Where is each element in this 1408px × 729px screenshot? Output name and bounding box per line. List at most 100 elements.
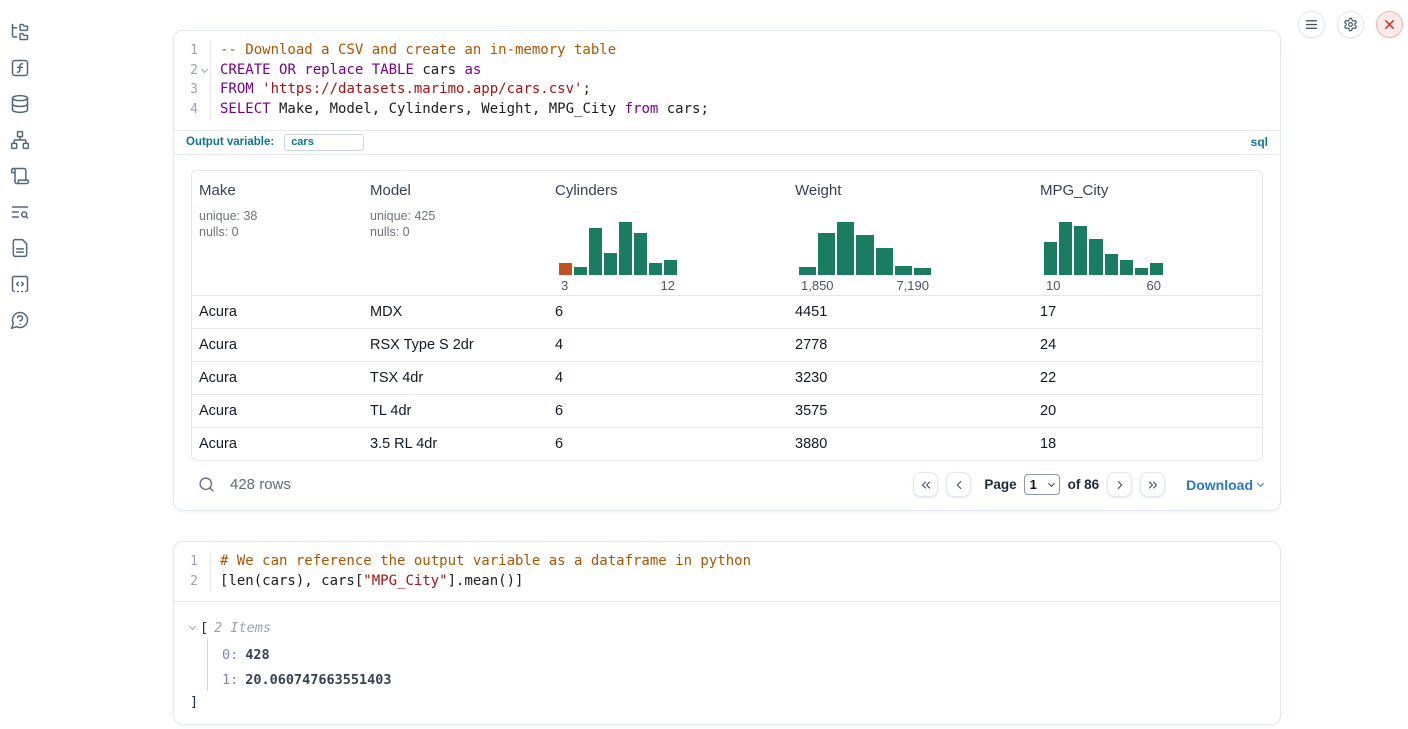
histogram-bar [895,266,912,275]
column-header-cylinders[interactable]: Cylinders 312 [548,171,788,295]
table-row[interactable]: AcuraTL 4dr6357520 [192,394,1262,427]
histogram-bar [914,268,931,275]
menu-button[interactable] [1298,11,1325,38]
histogram-bar [619,222,632,275]
mpg-city-histogram[interactable]: 1060 [1044,222,1163,293]
table-cell: 6 [548,403,788,419]
output-variable-input[interactable] [284,134,364,151]
items-count-label: 2 Items [214,620,271,636]
code-line[interactable]: 2[len(cars), cars["MPG_City"].mean()] [174,572,1280,592]
help-bubble-icon [10,310,30,330]
code-line[interactable]: 2CREATE OR replace TABLE cars as [174,61,1280,81]
table-body: AcuraMDX6445117AcuraRSX Type S 2dr427782… [192,295,1262,460]
sidebar-item-snippets[interactable] [9,273,31,295]
table-cell: TL 4dr [363,403,548,419]
table-row[interactable]: AcuraRSX Type S 2dr4277824 [192,328,1262,361]
line-number: 2 [174,61,198,81]
sidebar-item-file-tree[interactable] [9,21,31,43]
histogram-bar [1059,222,1072,275]
table-cell: Acura [192,403,363,419]
table-cell: 18 [1033,436,1262,452]
weight-histogram[interactable]: 1,8507,190 [799,222,931,293]
table-header: Make unique: 38 nulls: 0 Model unique: 4… [192,171,1262,295]
sidebar-item-datasources[interactable] [9,93,31,115]
sidebar-item-logs[interactable] [9,201,31,223]
open-bracket: [ [200,620,208,636]
table-row[interactable]: Acura3.5 RL 4dr6388018 [192,427,1262,460]
python-cell: 1# We can reference the output variable … [173,541,1281,725]
column-stats: unique: 425 nulls: 0 [370,208,542,241]
python-cell-output: [ 2 Items 0:428 1:20.060747663551403 ] [174,601,1280,724]
column-header-make[interactable]: Make unique: 38 nulls: 0 [192,171,363,295]
histogram-bar [634,233,647,275]
output-list-header: [ 2 Items [190,620,1264,636]
page-select[interactable]: 1 [1024,474,1060,495]
histogram-bar [1074,226,1087,275]
collapse-icon[interactable] [189,623,196,630]
code-line[interactable]: 1# We can reference the output variable … [174,552,1280,572]
table-row[interactable]: AcuraTSX 4dr4323022 [192,361,1262,394]
notebook: 1-- Download a CSV and create an in-memo… [173,30,1281,725]
code-line[interactable]: 3FROM 'https://datasets.marimo.app/cars.… [174,80,1280,100]
table-cell: 17 [1033,304,1262,320]
python-code-editor[interactable]: 1# We can reference the output variable … [174,542,1280,601]
language-badge[interactable]: sql [1251,135,1268,149]
table-cell: Acura [192,337,363,353]
code-line[interactable]: 4SELECT Make, Model, Cylinders, Weight, … [174,100,1280,120]
line-number: 1 [174,41,198,61]
histogram-bar [589,228,602,275]
table-row[interactable]: AcuraMDX6445117 [192,295,1262,328]
output-list-items: 0:428 1:20.060747663551403 [207,638,1264,691]
table-cell: 24 [1033,337,1262,353]
database-icon [10,94,30,114]
histogram-bar [1120,260,1133,275]
histogram-bar [856,235,873,275]
column-header-weight[interactable]: Weight 1,8507,190 [788,171,1033,295]
table-cell: MDX [363,304,548,320]
chevron-down-icon [1257,480,1264,487]
table-cell: Acura [192,436,363,452]
table-cell: 3880 [788,436,1033,452]
table-cell: 6 [548,304,788,320]
list-item: 0:428 [222,647,1264,663]
histogram-bar [1105,254,1118,275]
column-title: Weight [795,182,1027,199]
sidebar-item-functions[interactable] [9,57,31,79]
sidebar-item-scratchpad[interactable] [9,165,31,187]
code-line[interactable]: 1-- Download a CSV and create an in-memo… [174,41,1280,61]
pagination: Page 1 of 86 Download [905,472,1263,497]
table-cell: RSX Type S 2dr [363,337,548,353]
sidebar-item-dependencies[interactable] [9,129,31,151]
settings-button[interactable] [1337,11,1364,38]
scroll-icon [10,166,30,186]
table-cell: 22 [1033,370,1262,386]
previous-page-button[interactable] [946,472,971,497]
table-cell: Acura [192,370,363,386]
first-page-button[interactable] [913,472,938,497]
cylinders-histogram[interactable]: 312 [559,222,677,293]
close-icon [1382,17,1397,32]
code-square-icon [10,274,30,294]
column-header-mpg-city[interactable]: MPG_City 1060 [1033,171,1262,295]
histogram-bar [559,263,572,275]
table-cell: 3230 [788,370,1033,386]
sql-code-editor[interactable]: 1-- Download a CSV and create an in-memo… [174,31,1280,130]
search-icon[interactable] [198,476,215,493]
table-cell: 4451 [788,304,1033,320]
fold-icon[interactable] [200,66,207,73]
sidebar-item-help[interactable] [9,309,31,331]
shutdown-button[interactable] [1376,11,1403,38]
download-button[interactable]: Download [1186,477,1263,493]
column-header-model[interactable]: Model unique: 425 nulls: 0 [363,171,548,295]
sidebar-item-documentation[interactable] [9,237,31,259]
next-page-button[interactable] [1107,472,1132,497]
topbar-actions [1298,11,1403,38]
last-page-button[interactable] [1140,472,1165,497]
table-cell: 6 [548,436,788,452]
item-value: 428 [245,647,269,663]
table-cell: 2778 [788,337,1033,353]
page-select-value: 1 [1030,477,1037,492]
chevrons-right-icon [1146,478,1160,492]
sql-cell: 1-- Download a CSV and create an in-memo… [173,30,1281,511]
histogram-bar [1135,268,1148,274]
